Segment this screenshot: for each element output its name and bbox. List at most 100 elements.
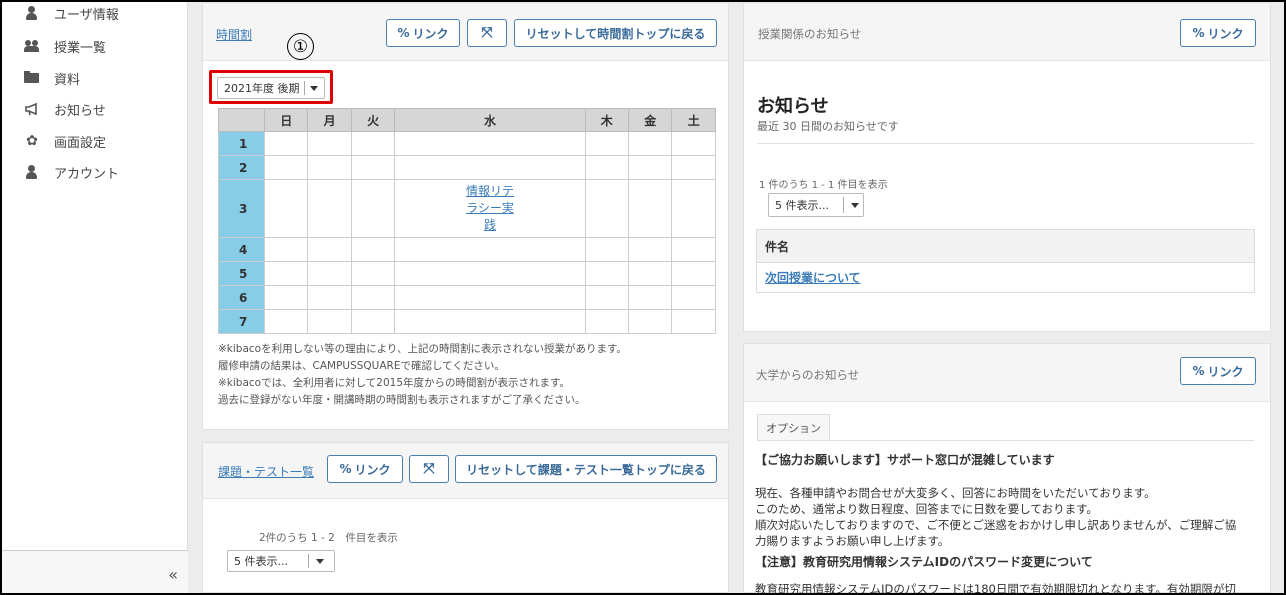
sidebar-footer: « bbox=[2, 550, 188, 593]
slot-cell bbox=[584, 309, 630, 334]
sidebar-item-user-info[interactable]: ユーザ情報 bbox=[24, 2, 119, 24]
univ-notices-link-button[interactable]: % リンク bbox=[1180, 357, 1256, 385]
period-cell: 3 bbox=[218, 179, 265, 238]
slot-cell bbox=[671, 179, 716, 238]
slot-cell bbox=[350, 155, 396, 180]
sidebar-item-label: アカウント bbox=[54, 166, 120, 182]
divider bbox=[757, 440, 1254, 441]
button-label: リンク bbox=[354, 462, 391, 477]
sidebar-item-label: 資料 bbox=[54, 72, 81, 88]
assignments-link-button[interactable]: % リンク bbox=[327, 455, 403, 483]
slot-cell bbox=[628, 261, 673, 286]
notice-body-line: 力賜りますようお願い申し上げます。 bbox=[755, 534, 950, 548]
button-label: リンク bbox=[1207, 26, 1244, 41]
period-cell: 2 bbox=[218, 155, 265, 180]
sidebar-item-account[interactable]: アカウント bbox=[24, 161, 119, 183]
slot-cell bbox=[307, 155, 352, 180]
period-cell: 7 bbox=[218, 309, 265, 334]
sidebar-item-materials[interactable]: 資料 bbox=[24, 67, 80, 89]
period-cell: 4 bbox=[218, 237, 265, 262]
select-separator bbox=[308, 554, 309, 568]
slot-cell bbox=[263, 285, 309, 310]
timetable-title-link[interactable]: 時間割 bbox=[216, 26, 252, 43]
chevron-down-icon bbox=[310, 86, 318, 91]
day-header: 水 bbox=[394, 108, 586, 132]
assignments-page-select[interactable]: 5 件表示... bbox=[227, 550, 335, 572]
link-icon: % bbox=[339, 462, 352, 476]
slot-cell bbox=[671, 285, 716, 310]
class-notices-subtitle: 最近 30 日間のお知らせです bbox=[757, 120, 899, 133]
sidebar-item-notices[interactable]: お知らせ bbox=[24, 98, 106, 120]
course-link[interactable]: 情報リテラシー実践 bbox=[462, 183, 518, 234]
folder-icon bbox=[24, 70, 40, 86]
timetable-expand-button[interactable]: ⤧ bbox=[467, 19, 507, 47]
slot-cell bbox=[394, 285, 586, 310]
class-notices-page-select[interactable]: 5 件表示... bbox=[768, 193, 864, 217]
sidebar-item-courses[interactable]: 授業一覧 bbox=[24, 35, 106, 57]
slot-cell bbox=[394, 237, 586, 262]
slot-cell bbox=[628, 309, 673, 334]
slot-cell bbox=[350, 131, 396, 156]
slot-cell bbox=[263, 261, 309, 286]
notice-body-line: 教育研究用情報システムIDのパスワードは180日間で有効期限切れとなります。有効… bbox=[755, 582, 1236, 595]
assignments-count: 2件のうち 1 - 2 件目を表示 bbox=[259, 532, 398, 544]
sidebar-item-display-settings[interactable]: ✿ 画面設定 bbox=[24, 130, 106, 152]
annotation-marker: ① bbox=[287, 33, 314, 60]
slot-cell bbox=[307, 261, 352, 286]
slot-cell bbox=[307, 237, 352, 262]
day-header: 月 bbox=[307, 108, 352, 132]
slot-cell bbox=[628, 131, 673, 156]
table-row: 5 bbox=[218, 261, 716, 286]
timetable-reset-button[interactable]: リセットして時間割トップに戻る bbox=[514, 19, 717, 47]
slot-cell bbox=[350, 309, 396, 334]
slot-cell bbox=[307, 179, 352, 238]
term-select[interactable]: 2021年度 後期 bbox=[217, 77, 325, 99]
slot-cell bbox=[263, 155, 309, 180]
timetable-grid: 日 月 火 水 木 金 土 1 2 3 情報リテラシー実践 4 5 6 7 bbox=[218, 108, 716, 334]
select-separator bbox=[304, 81, 305, 95]
button-label: リンク bbox=[412, 26, 449, 41]
slot-cell bbox=[584, 179, 630, 238]
table-row: 次回授業について bbox=[757, 263, 1254, 292]
class-notices-count: 1 件のうち 1 - 1 件目を表示 bbox=[759, 180, 888, 191]
select-separator bbox=[843, 197, 844, 213]
class-notices-table: 件名 次回授業について bbox=[756, 229, 1255, 293]
slot-cell bbox=[671, 155, 716, 180]
class-notices-link-button[interactable]: % リンク bbox=[1180, 19, 1256, 47]
table-row: 2 bbox=[218, 155, 716, 180]
assignments-expand-button[interactable]: ⤧ bbox=[409, 455, 449, 483]
expand-icon: ⤧ bbox=[423, 461, 435, 477]
slot-cell bbox=[394, 131, 586, 156]
page-select-value: 5 件表示... bbox=[234, 555, 288, 568]
expand-icon: ⤧ bbox=[481, 25, 493, 41]
day-header: 日 bbox=[263, 108, 309, 132]
collapse-sidebar-button[interactable]: « bbox=[168, 565, 178, 584]
slot-cell bbox=[671, 131, 716, 156]
tab-options[interactable]: オプション bbox=[757, 414, 830, 440]
slot-cell bbox=[671, 309, 716, 334]
slot-cell bbox=[671, 237, 716, 262]
chevron-down-icon bbox=[316, 559, 324, 564]
column-header-subject: 件名 bbox=[757, 230, 1254, 263]
day-header: 木 bbox=[584, 108, 630, 132]
slot-cell bbox=[584, 261, 630, 286]
table-row: 3 情報リテラシー実践 bbox=[218, 179, 716, 238]
sidebar: ユーザ情報 授業一覧 資料 お知らせ ✿ 画面設定 アカウント « bbox=[2, 0, 188, 593]
timetable-note: ※kibacoを利用しない等の理由により、上記の時間割に表示されない授業がありま… bbox=[218, 343, 627, 355]
assignments-title-link[interactable]: 課題・テスト一覧 bbox=[218, 463, 314, 480]
assignments-reset-button[interactable]: リセットして課題・テスト一覧トップに戻る bbox=[455, 455, 717, 483]
people-icon bbox=[24, 38, 40, 54]
slot-cell bbox=[628, 155, 673, 180]
chevron-down-icon bbox=[851, 203, 859, 208]
notice-link[interactable]: 次回授業について bbox=[765, 269, 861, 286]
slot-cell bbox=[307, 131, 352, 156]
gear-icon: ✿ bbox=[26, 133, 38, 149]
table-row: 1 bbox=[218, 131, 716, 156]
notice-headline: 【注意】教育研究用情報システムIDのパスワード変更について bbox=[755, 555, 1093, 569]
sidebar-item-label: ユーザ情報 bbox=[54, 7, 119, 23]
sidebar-item-label: 授業一覧 bbox=[54, 40, 107, 56]
slot-cell bbox=[628, 237, 673, 262]
slot-cell bbox=[263, 179, 309, 238]
timetable-link-button[interactable]: % リンク bbox=[386, 19, 460, 47]
slot-cell bbox=[307, 309, 352, 334]
